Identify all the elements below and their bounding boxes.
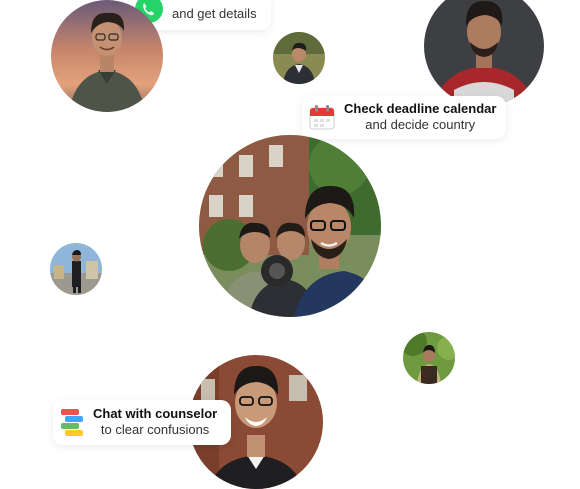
deadline-card-title: Check deadline calendar [344,101,497,116]
avatar-student-5 [403,332,455,384]
avatar-student-2 [273,32,325,84]
chat-counselor-card: Chat with counselor to clear confusions [53,400,232,445]
avatar-student-4 [50,243,102,295]
counselor-card-subtitle: to clear confusions [100,422,210,438]
avatar-student-3 [424,0,544,106]
whatsapp-card-subtitle: and get details [172,5,257,21]
chat-icon [59,407,85,437]
deadline-card-subtitle: and decide country [365,117,476,133]
avatar-group-selfie [199,135,381,317]
counselor-card-title: Chat with counselor [93,406,218,421]
deadline-calendar-card: Check deadline calendar and decide count… [302,96,507,139]
avatar-student-1 [51,0,163,112]
calendar-icon [308,103,336,131]
